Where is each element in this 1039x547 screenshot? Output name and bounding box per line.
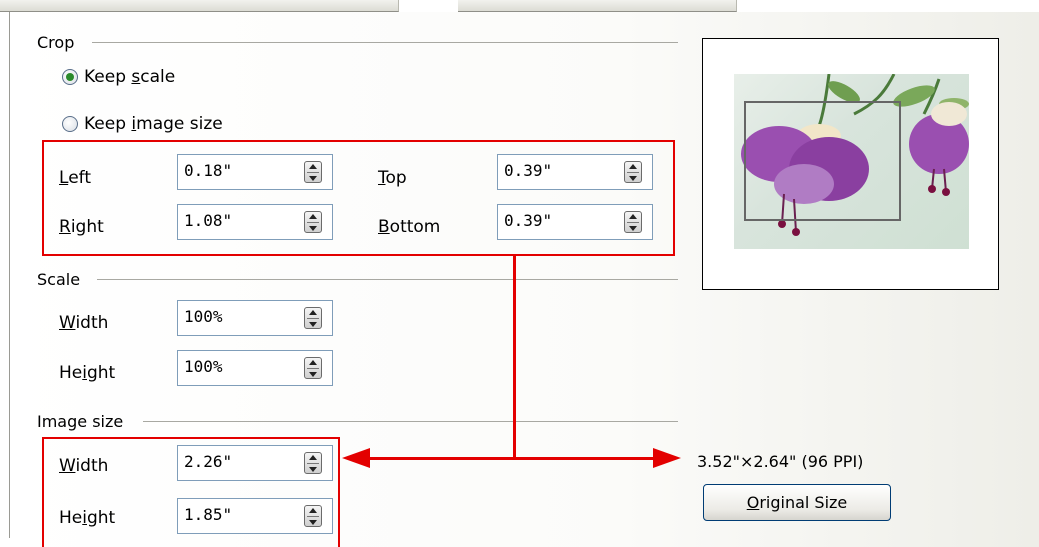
image-size-highlight-box: [42, 437, 340, 547]
scale-width-input[interactable]: 100%: [177, 300, 333, 336]
keep-image-size-label: Keep image size: [84, 114, 223, 134]
tab[interactable]: [458, 0, 545, 12]
spin-button[interactable]: [304, 357, 322, 379]
tab[interactable]: [156, 0, 223, 12]
arrow-right-icon: [653, 448, 681, 468]
panel-left-border: [9, 12, 10, 538]
original-size-info: 3.52"×2.64" (96 PPI): [697, 452, 864, 471]
spin-button[interactable]: [304, 307, 322, 329]
tab[interactable]: [0, 0, 71, 12]
scale-width-label: Width: [59, 313, 109, 333]
tab-strip: [0, 0, 1039, 12]
original-size-button[interactable]: Original Size: [703, 484, 891, 521]
crop-highlight-box: [42, 140, 675, 256]
crop-section-label: Crop: [37, 33, 75, 52]
scale-separator: [97, 279, 678, 280]
arrow-connector-horizontal: [368, 457, 656, 460]
arrow-left-icon: [342, 448, 370, 468]
crop-separator: [92, 42, 678, 43]
image-size-separator: [143, 421, 678, 422]
tab[interactable]: [70, 0, 157, 12]
tab[interactable]: [222, 0, 321, 12]
arrow-connector-vertical: [513, 256, 516, 459]
tab[interactable]: [544, 0, 669, 12]
scale-section-label: Scale: [37, 270, 81, 289]
tab[interactable]: [320, 0, 399, 12]
keep-image-size-radio[interactable]: Keep image size: [62, 114, 223, 134]
image-preview: [702, 38, 999, 290]
radio-icon[interactable]: [62, 116, 78, 132]
keep-scale-label: Keep scale: [84, 67, 176, 87]
scale-height-input[interactable]: 100%: [177, 350, 333, 386]
radio-icon[interactable]: [62, 69, 78, 85]
keep-scale-radio[interactable]: Keep scale: [62, 67, 175, 87]
image-size-section-label: Image size: [37, 412, 124, 431]
preview-photo: [734, 74, 969, 249]
crop-frame: [744, 101, 901, 221]
tab[interactable]: [668, 0, 737, 12]
scale-height-label: Height: [59, 363, 116, 383]
